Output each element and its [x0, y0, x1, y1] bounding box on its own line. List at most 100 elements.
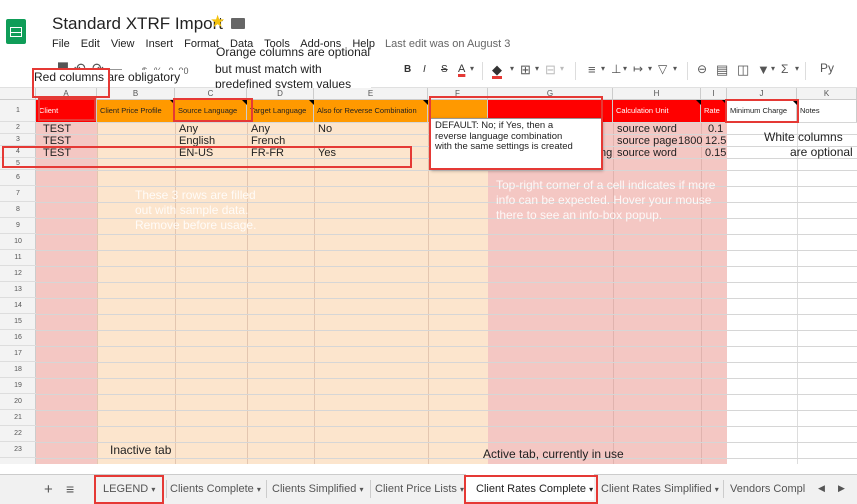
borders-dropdown-icon[interactable]: ▾ — [535, 64, 539, 73]
header-notes[interactable]: Notes — [797, 100, 857, 122]
menu-format[interactable]: Format — [184, 38, 219, 50]
merge-cells-icon[interactable]: ⊟ — [545, 62, 556, 78]
row-number[interactable]: 10 — [0, 234, 36, 250]
functions-dropdown-icon[interactable]: ▾ — [795, 64, 799, 73]
cell-target-language[interactable]: Any — [248, 123, 270, 135]
vertical-align-icon[interactable]: ⊥ — [611, 62, 621, 76]
rotation-dropdown-icon[interactable]: ▾ — [673, 64, 677, 73]
row-number[interactable]: 3 — [0, 134, 36, 146]
filter-dropdown-icon[interactable]: ▾ — [771, 64, 775, 73]
cell-rate[interactable]: 12.5 — [702, 135, 726, 147]
row-number[interactable]: 1 — [0, 100, 36, 122]
strikethrough-button[interactable]: S — [441, 64, 448, 75]
functions-button[interactable]: Σ — [781, 62, 788, 76]
active-tab-annotation: Active tab, currently in use — [483, 447, 624, 461]
insert-chart-icon[interactable]: ◫ — [737, 62, 749, 78]
tab-client-price-lists[interactable]: Client Price Lists ▾ — [375, 483, 464, 495]
annotation-box-sample-row — [2, 146, 412, 168]
annotation-box-red-columns — [32, 68, 110, 98]
halign-dropdown-icon[interactable]: ▾ — [601, 64, 605, 73]
annotation-box-inactive-tab — [94, 475, 164, 504]
row-number[interactable]: 8 — [0, 202, 36, 218]
row-number[interactable]: 21 — [0, 410, 36, 426]
merge-dropdown-icon[interactable]: ▾ — [560, 64, 564, 73]
row-number[interactable]: 15 — [0, 314, 36, 330]
cell-rate[interactable]: 0.1 — [705, 123, 723, 135]
row-number[interactable]: 19 — [0, 378, 36, 394]
row-number[interactable]: 14 — [0, 298, 36, 314]
text-color-dropdown-icon[interactable]: ▾ — [470, 64, 474, 73]
select-all-corner[interactable] — [0, 88, 36, 100]
fill-color-dropdown-icon[interactable]: ▾ — [510, 64, 514, 73]
tab-vendors-complete[interactable]: Vendors Compl — [730, 483, 812, 495]
input-tools-button[interactable]: Py — [820, 61, 834, 75]
row-number[interactable]: 22 — [0, 426, 36, 442]
row-number[interactable]: 6 — [0, 170, 36, 186]
cell-source-language[interactable]: Any — [176, 123, 198, 135]
folder-icon[interactable] — [231, 18, 245, 29]
text-color-button[interactable]: A — [458, 63, 465, 75]
fill-color-icon[interactable]: ◆ — [492, 62, 502, 78]
info-corner-icon[interactable] — [696, 100, 701, 105]
row-number[interactable]: 17 — [0, 346, 36, 362]
column-header-h[interactable]: H — [613, 88, 701, 100]
document-title[interactable]: Standard XTRF Import — [52, 14, 223, 34]
menu-insert[interactable]: Insert — [146, 38, 174, 50]
column-header-i[interactable]: I — [701, 88, 727, 100]
row-number[interactable]: 9 — [0, 218, 36, 234]
column-header-d[interactable]: D — [247, 88, 314, 100]
row-number[interactable]: 7 — [0, 186, 36, 202]
tab-clients-complete[interactable]: Clients Complete ▾ — [170, 483, 261, 495]
tabs-scroll-right-icon[interactable]: ▶ — [838, 483, 845, 494]
menu-view[interactable]: View — [111, 38, 135, 50]
bold-button[interactable]: B — [404, 64, 411, 75]
column-header-k[interactable]: K — [797, 88, 857, 100]
cell-reverse[interactable]: No — [315, 123, 332, 135]
text-wrap-icon[interactable]: ↦ — [633, 62, 643, 76]
menu-edit[interactable]: Edit — [81, 38, 100, 50]
wrap-dropdown-icon[interactable]: ▾ — [648, 64, 652, 73]
cell-calculation-unit[interactable]: source word — [614, 147, 677, 159]
last-edit-note[interactable]: Last edit was on August 3 — [385, 38, 510, 50]
italic-button[interactable]: I — [423, 64, 426, 75]
column-header-e[interactable]: E — [314, 88, 428, 100]
row-number[interactable]: 13 — [0, 282, 36, 298]
header-reverse-combination[interactable]: Also for Reverse Combination — [314, 100, 428, 122]
row-number[interactable]: 2 — [0, 122, 36, 134]
text-rotation-icon[interactable]: ▽ — [658, 62, 667, 76]
inactive-tab-annotation: Inactive tab — [110, 443, 172, 457]
cell-extra-value[interactable]: 1800 — [675, 135, 702, 147]
row-number[interactable]: 20 — [0, 394, 36, 410]
info-corner-icon[interactable] — [423, 100, 428, 105]
filter-icon[interactable]: ▼ — [757, 62, 770, 77]
tabs-scroll-left-icon[interactable]: ◀ — [818, 483, 825, 494]
row-number[interactable]: 16 — [0, 330, 36, 346]
horizontal-align-icon[interactable]: ≡ — [588, 62, 596, 77]
info-corner-note: Top-right corner of a cell indicates if … — [496, 178, 716, 222]
row-number[interactable]: 18 — [0, 362, 36, 378]
tab-clients-simplified[interactable]: Clients Simplified ▾ — [272, 483, 363, 495]
star-icon[interactable]: ★ — [210, 12, 225, 32]
header-calculation-unit[interactable]: Calculation Unit — [613, 100, 701, 122]
cell-calculation-unit[interactable]: source word — [614, 123, 677, 135]
cell-calculation-unit[interactable]: source page — [614, 135, 678, 147]
menu-file[interactable]: File — [52, 38, 70, 50]
cell-rate[interactable]: 0.15 — [702, 147, 726, 159]
header-target-language[interactable]: Target Language — [247, 100, 314, 122]
header-client-price-profile[interactable]: Client Price Profile — [97, 100, 175, 122]
row-number[interactable]: 23 — [0, 442, 36, 458]
insert-link-icon[interactable]: ⊖ — [697, 62, 707, 76]
all-sheets-button[interactable]: ≡ — [66, 481, 74, 497]
borders-icon[interactable]: ⊞ — [520, 62, 531, 78]
insert-comment-icon[interactable]: ▤ — [716, 62, 728, 78]
sheets-logo-icon[interactable] — [6, 19, 26, 44]
add-sheet-button[interactable]: + — [44, 481, 53, 498]
orange-columns-annotation: Orange columns are optional — [216, 45, 371, 59]
sample-rows-note: These 3 rows are filled out with sample … — [135, 188, 257, 232]
row-number[interactable]: 11 — [0, 250, 36, 266]
tab-client-rates-simplified[interactable]: Client Rates Simplified ▾ — [601, 483, 719, 495]
info-corner-icon[interactable] — [309, 100, 314, 105]
row-number[interactable]: 12 — [0, 266, 36, 282]
cell-client[interactable]: TEST — [40, 123, 71, 135]
valign-dropdown-icon[interactable]: ▾ — [623, 64, 627, 73]
